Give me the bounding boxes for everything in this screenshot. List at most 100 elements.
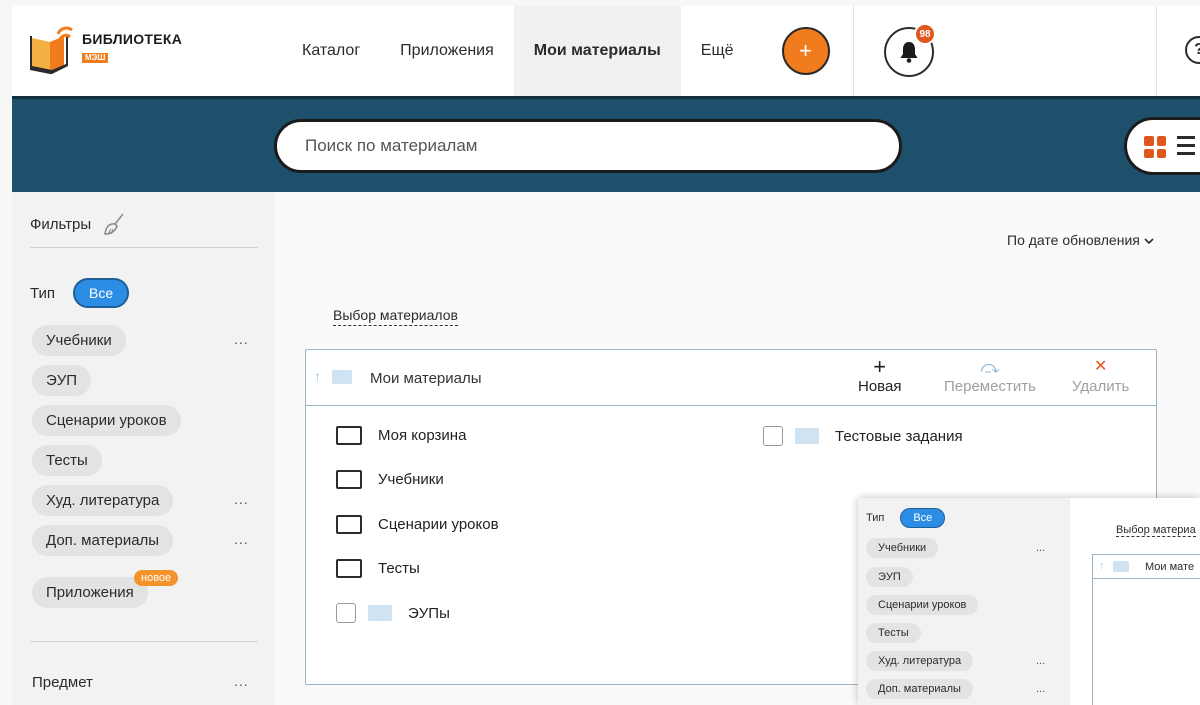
overlay-tag-menu[interactable]: ... bbox=[1036, 683, 1045, 695]
tag-fiction[interactable]: Худ. литература bbox=[32, 485, 174, 516]
up-arrow-icon[interactable]: ↑ bbox=[314, 368, 321, 384]
folder-icon bbox=[795, 428, 819, 444]
tag-tests[interactable]: Тесты bbox=[32, 445, 102, 476]
folder-item[interactable]: ЭУПы bbox=[336, 603, 450, 623]
grid-view-icon[interactable] bbox=[1144, 136, 1166, 158]
panel-header: ↑ Мои материалы + Новая ⤼ Переместить ✕ … bbox=[306, 350, 1156, 406]
tag-textbooks[interactable]: Учебники bbox=[32, 325, 126, 356]
view-toggle[interactable] bbox=[1124, 117, 1200, 175]
close-icon: ✕ bbox=[1093, 358, 1108, 375]
tag-extra-materials-menu[interactable]: ... bbox=[234, 531, 249, 547]
logo-title: БИБЛИОТЕКА bbox=[82, 31, 183, 47]
panel-title: Мои материалы bbox=[370, 370, 482, 387]
help-button[interactable]: ? bbox=[1185, 36, 1200, 64]
overlay-panel: ↑ Мои мате bbox=[1092, 554, 1200, 705]
overlay-type-row: Тип Все bbox=[866, 508, 946, 528]
overlay-tag[interactable]: Учебники bbox=[866, 538, 939, 558]
overlay-tag[interactable]: Худ. литература bbox=[866, 651, 974, 671]
bell-icon bbox=[900, 42, 918, 63]
search-band bbox=[12, 96, 1200, 192]
nav-more[interactable]: Ещё bbox=[681, 6, 754, 96]
move-label: Переместить bbox=[944, 378, 1036, 395]
search-box[interactable] bbox=[274, 119, 902, 173]
top-header: БИБЛИОТЕКА МЭШ Каталог Приложения Мои ма… bbox=[12, 6, 1200, 96]
move-arrow-icon: ⤼ bbox=[980, 357, 1000, 377]
filters-sidebar: Фильтры Тип Все Учебники ... ЭУП Сценари… bbox=[12, 192, 274, 705]
folder-icon bbox=[336, 559, 362, 578]
move-button[interactable]: ⤼ Переместить bbox=[944, 356, 1036, 395]
tag-textbooks-menu[interactable]: ... bbox=[234, 331, 249, 347]
new-folder-button[interactable]: + Новая bbox=[858, 354, 902, 396]
folder-name: Тесты bbox=[378, 560, 420, 577]
subject-menu[interactable]: ... bbox=[234, 673, 249, 689]
header-divider bbox=[853, 6, 854, 96]
nav-catalog[interactable]: Каталог bbox=[282, 6, 380, 96]
delete-label: Удалить bbox=[1072, 378, 1130, 395]
list-view-icon[interactable] bbox=[1177, 136, 1195, 158]
folder-name: Сценарии уроков bbox=[378, 516, 499, 533]
nav-my-materials[interactable]: Мои материалы bbox=[513, 6, 681, 96]
overlay-panel-title: Мои мате bbox=[1145, 561, 1195, 573]
overlay-sidebar: Тип Все Учебники ... ЭУП Сценарии уроков… bbox=[858, 498, 1070, 705]
folder-name: Моя корзина bbox=[378, 427, 467, 444]
tag-lesson-scenarios[interactable]: Сценарии уроков bbox=[32, 405, 181, 436]
tag-eup[interactable]: ЭУП bbox=[32, 365, 92, 396]
sidebar-divider bbox=[30, 641, 258, 642]
item-checkbox[interactable] bbox=[336, 603, 356, 623]
sort-label: По дате обновления bbox=[1007, 232, 1140, 248]
folder-icon bbox=[336, 426, 362, 445]
folder-icon bbox=[368, 605, 392, 621]
search-input[interactable] bbox=[305, 136, 865, 156]
filters-label: Фильтры bbox=[30, 216, 92, 233]
notifications-badge: 98 bbox=[914, 23, 936, 45]
overlay-select-link[interactable]: Выбор материа bbox=[1116, 524, 1196, 537]
subject-filter-label[interactable]: Предмет bbox=[32, 674, 93, 691]
overlay-tag[interactable]: Доп. материалы bbox=[866, 679, 973, 699]
logo-subtitle: МЭШ bbox=[82, 53, 109, 63]
plus-icon: + bbox=[873, 354, 887, 379]
tag-fiction-menu[interactable]: ... bbox=[234, 491, 249, 507]
folder-item[interactable]: Учебники bbox=[336, 470, 444, 489]
type-label: Тип bbox=[30, 284, 56, 302]
new-badge: новое bbox=[134, 570, 179, 586]
delete-button[interactable]: ✕ Удалить bbox=[1072, 356, 1129, 395]
folder-item[interactable]: Тестовые задания bbox=[763, 426, 963, 446]
folder-icon bbox=[332, 370, 352, 384]
overlay-panel-header: ↑ Мои мате bbox=[1093, 555, 1200, 579]
folder-name: Тестовые задания bbox=[835, 427, 963, 445]
type-filter-row: Тип Все bbox=[30, 278, 130, 308]
add-button[interactable]: + bbox=[781, 27, 830, 75]
folder-name: ЭУПы bbox=[408, 604, 450, 622]
folder-item[interactable]: Тесты bbox=[336, 559, 420, 578]
tag-extra-materials[interactable]: Доп. материалы bbox=[32, 525, 174, 556]
chevron-down-icon bbox=[1144, 238, 1154, 245]
nav-apps[interactable]: Приложения bbox=[380, 6, 514, 96]
up-arrow-icon[interactable]: ↑ bbox=[1099, 560, 1105, 572]
book-logo-icon bbox=[30, 26, 73, 74]
overlay-type-label: Тип bbox=[866, 512, 885, 524]
clear-filters-brush-icon[interactable] bbox=[103, 212, 127, 238]
folder-name: Учебники bbox=[378, 471, 444, 488]
notifications-button[interactable]: 98 bbox=[884, 23, 936, 77]
overlay-tag[interactable]: ЭУП bbox=[866, 567, 913, 587]
folder-item[interactable]: Сценарии уроков bbox=[336, 515, 499, 534]
type-all-pill[interactable]: Все bbox=[73, 278, 130, 308]
sort-dropdown[interactable]: По дате обновления bbox=[1007, 232, 1154, 248]
folder-item[interactable]: Моя корзина bbox=[336, 426, 466, 445]
header-divider bbox=[1156, 6, 1157, 96]
select-materials-link[interactable]: Выбор материалов bbox=[333, 307, 458, 326]
library-logo[interactable]: БИБЛИОТЕКА МЭШ bbox=[28, 24, 182, 74]
overlay-tag[interactable]: Тесты bbox=[866, 623, 921, 643]
tag-apps[interactable]: Приложения bbox=[32, 577, 148, 608]
new-folder-label: Новая bbox=[858, 378, 902, 395]
overlay-all-pill[interactable]: Все bbox=[900, 508, 946, 528]
folder-icon bbox=[1113, 561, 1129, 572]
folder-icon bbox=[336, 470, 362, 489]
overlay-tag-menu[interactable]: ... bbox=[1036, 542, 1045, 554]
folder-icon bbox=[336, 515, 362, 534]
main-nav: Каталог Приложения Мои материалы Ещё + bbox=[282, 6, 830, 96]
item-checkbox[interactable] bbox=[763, 426, 783, 446]
filters-header: Фильтры bbox=[30, 213, 258, 248]
overlay-tag[interactable]: Сценарии уроков bbox=[866, 595, 979, 615]
overlay-tag-menu[interactable]: ... bbox=[1036, 655, 1045, 667]
